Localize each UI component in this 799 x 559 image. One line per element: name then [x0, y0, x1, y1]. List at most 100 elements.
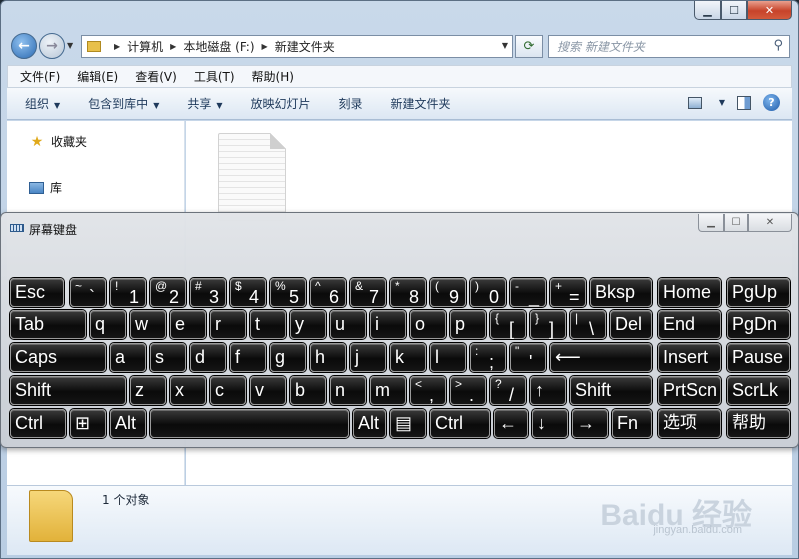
breadcrumb-drive[interactable]: 本地磁盘 (F:) [183, 38, 254, 55]
key-p[interactable]: p [450, 310, 486, 339]
osk-close-button[interactable]: ✕ [748, 214, 792, 232]
maximize-button[interactable]: ☐ [721, 1, 747, 20]
key-lctrl[interactable]: Ctrl [10, 409, 66, 438]
key-del[interactable]: Del [610, 310, 652, 339]
key-pgdn[interactable]: PgDn [727, 310, 790, 339]
key-end[interactable]: End [658, 310, 721, 339]
key-slash[interactable]: ? / [490, 376, 526, 405]
key-equals[interactable]: + = [550, 278, 586, 307]
menu-tools[interactable]: 工具(T) [194, 68, 235, 85]
menu-edit[interactable]: 编辑(E) [77, 68, 118, 85]
key-i[interactable]: i [370, 310, 406, 339]
key-esc[interactable]: Esc [10, 278, 64, 307]
menu-file[interactable]: 文件(F) [20, 68, 60, 85]
key-j[interactable]: j [350, 343, 386, 372]
nav-libraries[interactable]: 库 [29, 179, 62, 196]
key-minus[interactable]: - _ [510, 278, 546, 307]
key-b[interactable]: b [290, 376, 326, 405]
key-caps[interactable]: Caps [10, 343, 106, 372]
menu-view[interactable]: 查看(V) [135, 68, 177, 85]
key-quote[interactable]: " ' [510, 343, 546, 372]
key-8[interactable]: * 8 [390, 278, 426, 307]
key-y[interactable]: y [290, 310, 326, 339]
key-4[interactable]: $4 [230, 278, 266, 307]
organize-button[interactable]: 组织 ▼ [25, 95, 60, 112]
key-bksp[interactable]: Bksp [590, 278, 652, 307]
chevron-right-icon[interactable]: ▶ [114, 42, 120, 51]
key-period[interactable]: >. [450, 376, 486, 405]
close-button[interactable]: ✕ [747, 1, 792, 20]
key-pgup[interactable]: PgUp [727, 278, 790, 307]
key-rbracket[interactable]: }] [530, 310, 566, 339]
key-lalt[interactable]: Alt [110, 409, 146, 438]
key-scrlk[interactable]: ScrLk [727, 376, 790, 405]
view-dropdown-icon[interactable]: ▼ [719, 98, 725, 107]
key-lbracket[interactable]: {[ [490, 310, 526, 339]
key-right[interactable]: → [572, 409, 608, 438]
key-x[interactable]: x [170, 376, 206, 405]
key-k[interactable]: k [390, 343, 426, 372]
key-c[interactable]: c [210, 376, 246, 405]
key-e[interactable]: e [170, 310, 206, 339]
key-1[interactable]: ! 1 [110, 278, 146, 307]
key-prtscn[interactable]: PrtScn [658, 376, 721, 405]
key-h[interactable]: h [310, 343, 346, 372]
osk-minimize-button[interactable]: ▁ [698, 214, 724, 232]
key-backslash[interactable]: | \ [570, 310, 606, 339]
key-w[interactable]: w [130, 310, 166, 339]
key-fn[interactable]: Fn [612, 409, 652, 438]
slideshow-button[interactable]: 放映幻灯片 [251, 95, 311, 112]
history-dropdown-icon[interactable]: ▼ [67, 41, 73, 50]
key-help[interactable]: 帮助 [727, 409, 790, 438]
key-9[interactable]: (9 [430, 278, 466, 307]
key-enter[interactable]: ⟵ [550, 343, 652, 372]
key-6[interactable]: ^ 6 [310, 278, 346, 307]
key-r[interactable]: r [210, 310, 246, 339]
key-a[interactable]: a [110, 343, 146, 372]
key-n[interactable]: n [330, 376, 366, 405]
key-l[interactable]: l [430, 343, 466, 372]
breadcrumb-folder[interactable]: 新建文件夹 [275, 38, 335, 55]
key-space[interactable] [150, 409, 349, 438]
back-button[interactable]: ← [11, 33, 37, 59]
key-7[interactable]: & 7 [350, 278, 386, 307]
address-dropdown-icon[interactable]: ▼ [502, 41, 508, 50]
key-tab[interactable]: Tab [10, 310, 86, 339]
osk-maximize-button[interactable]: ☐ [724, 214, 748, 232]
key-comma[interactable]: <, [410, 376, 446, 405]
key-q[interactable]: q [90, 310, 126, 339]
key-f[interactable]: f [230, 343, 266, 372]
minimize-button[interactable]: ▁ [694, 1, 721, 20]
key-insert[interactable]: Insert [658, 343, 721, 372]
help-icon[interactable]: ? [763, 94, 780, 111]
share-button[interactable]: 共享 ▼ [187, 95, 222, 112]
key-o[interactable]: o [410, 310, 446, 339]
preview-pane-icon[interactable] [737, 95, 751, 110]
key-win[interactable]: ⊞ [70, 409, 106, 438]
burn-button[interactable]: 刻录 [339, 95, 363, 112]
key-options[interactable]: 选项 [658, 409, 721, 438]
key-z[interactable]: z [130, 376, 166, 405]
key-u[interactable]: u [330, 310, 366, 339]
key-tilde[interactable]: ~ ` [70, 278, 106, 307]
key-5[interactable]: % 5 [270, 278, 306, 307]
menu-help[interactable]: 帮助(H) [252, 68, 294, 85]
key-down[interactable]: ↓ [532, 409, 568, 438]
key-m[interactable]: m [370, 376, 406, 405]
key-s[interactable]: s [150, 343, 186, 372]
key-rctrl[interactable]: Ctrl [430, 409, 490, 438]
include-in-library-button[interactable]: 包含到库中 ▼ [88, 95, 159, 112]
chevron-right-icon[interactable]: ▶ [170, 42, 176, 51]
search-input[interactable]: 搜索 新建文件夹 ⚲ [548, 35, 790, 58]
breadcrumb-computer[interactable]: 计算机 [127, 38, 163, 55]
key-ralt[interactable]: Alt [353, 409, 386, 438]
key-g[interactable]: g [270, 343, 306, 372]
key-t[interactable]: t [250, 310, 286, 339]
search-icon[interactable]: ⚲ [773, 38, 783, 53]
key-3[interactable]: #3 [190, 278, 226, 307]
key-menu[interactable]: ▤ [390, 409, 426, 438]
nav-favorites[interactable]: ★ 收藏夹 [29, 133, 87, 150]
forward-button[interactable]: → [39, 33, 65, 59]
key-left[interactable]: ← [494, 409, 528, 438]
chevron-right-icon[interactable]: ▶ [262, 42, 268, 51]
